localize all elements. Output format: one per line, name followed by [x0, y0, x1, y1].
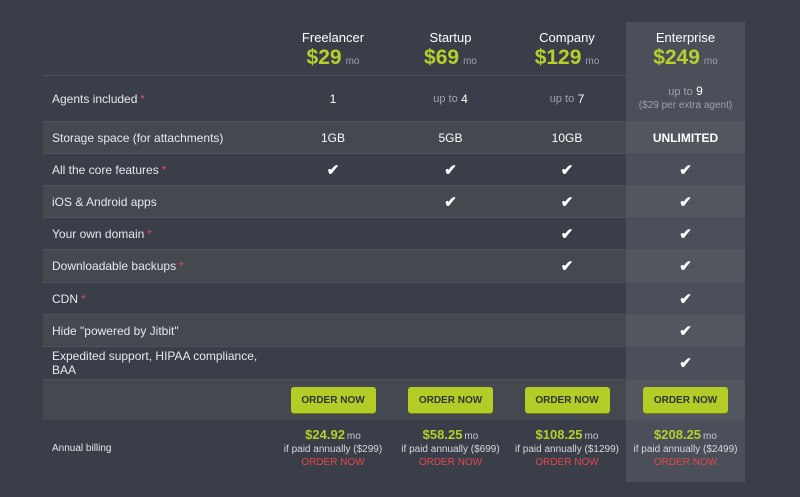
plan-company: Company $129 mo [508, 22, 626, 75]
annual-order-link-startup[interactable]: ORDER NOW [419, 456, 482, 469]
plan-price: $69 mo [424, 46, 477, 69]
annual-price: $208.25 mo [654, 426, 717, 442]
check-icon: ✔ [679, 322, 692, 340]
check-icon: ✔ [679, 258, 692, 275]
feature-row-cdn: CDN * ✔ [43, 282, 745, 314]
check-icon: ✔ [560, 193, 574, 211]
annual-price: $24.92 mo [305, 426, 361, 442]
plan-startup: Startup $69 mo [393, 22, 508, 75]
annual-note: if paid annually ($299) [283, 443, 383, 455]
check-icon: ✔ [679, 355, 692, 372]
feature-label: All the core features [52, 162, 159, 177]
order-now-button-company[interactable]: ORDER NOW [524, 387, 610, 413]
feature-row-apps: iOS & Android apps ✔ ✔ ✔ [43, 185, 745, 217]
plan-price: $249 mo [653, 46, 718, 69]
plan-name: Enterprise [655, 30, 716, 45]
annual-note: if paid annually ($2499) [633, 443, 738, 455]
feature-row-support: Expedited support, HIPAA compliance, BAA… [43, 346, 745, 379]
feature-row-hide-powered-by: Hide "powered by Jitbit" ✔ [43, 314, 745, 346]
check-icon: ✔ [560, 225, 574, 243]
feature-row-core: All the core features * ✔ ✔ ✔ ✔ [43, 153, 745, 185]
asterisk: * [140, 91, 146, 106]
agents-enterprise-note: ($29 per extra agent) [638, 100, 733, 111]
check-icon: ✔ [679, 225, 692, 243]
feature-label: Storage space (for attachments) [52, 130, 224, 145]
check-icon: ✔ [444, 193, 457, 211]
check-icon: ✔ [444, 161, 457, 179]
feature-row-storage: Storage space (for attachments) 1GB 5GB … [43, 121, 745, 153]
plan-freelancer: Freelancer $29 mo [273, 22, 393, 75]
plan-price: $29 mo [306, 46, 360, 69]
plan-name: Freelancer [301, 30, 365, 45]
check-icon: ✔ [560, 258, 574, 275]
feature-label: Expedited support, HIPAA compliance, BAA [52, 349, 258, 377]
pricing-table: Freelancer $29 mo Startup $69 mo Company $… [43, 22, 745, 497]
feature-row-backups: Downloadable backups * ✔ ✔ [43, 249, 745, 282]
annual-order-link-enterprise[interactable]: ORDER NOW [654, 456, 717, 469]
feature-label: iOS & Android apps [52, 194, 157, 209]
feature-label: Agents included [52, 91, 138, 106]
feature-row-agents: Agents included * 1 up to 4 up to 7 up to… [43, 75, 745, 121]
agents-enterprise: 9 [696, 84, 703, 98]
annual-price: $108.25 mo [535, 426, 599, 442]
annual-billing-label: Annual billing [52, 442, 112, 454]
order-now-button-enterprise[interactable]: ORDER NOW [643, 387, 728, 413]
annual-note: if paid annually ($1299) [515, 443, 619, 455]
feature-label: Your own domain [52, 226, 145, 241]
order-now-button-startup[interactable]: ORDER NOW [408, 387, 493, 413]
order-now-button-freelancer[interactable]: ORDER NOW [290, 387, 376, 413]
annual-billing-row: Annual billing $24.92 mo if paid annually… [43, 420, 745, 476]
annual-order-link-company[interactable]: ORDER NOW [535, 456, 598, 469]
check-icon: ✔ [326, 161, 340, 179]
annual-order-link-freelancer[interactable]: ORDER NOW [301, 456, 364, 469]
feature-label: CDN [52, 291, 78, 306]
feature-row-domain: Your own domain * ✔ ✔ [43, 217, 745, 249]
order-button-row: ORDER NOW ORDER NOW ORDER NOW ORDER NOW [43, 379, 745, 420]
check-icon: ✔ [679, 290, 692, 308]
plan-name: Startup [429, 30, 472, 45]
plan-header-row: Freelancer $29 mo Startup $69 mo Company $… [43, 22, 745, 75]
agents-freelancer: 1 [329, 91, 337, 106]
check-icon: ✔ [679, 193, 692, 211]
feature-label: Hide "powered by Jitbit" [52, 323, 179, 338]
header-spacer [43, 22, 273, 75]
check-icon: ✔ [679, 161, 692, 179]
agents-company: 7 [577, 91, 585, 106]
plan-price: $129 mo [534, 46, 600, 69]
plan-enterprise: Enterprise $249 mo [626, 22, 745, 75]
annual-note: if paid annually ($699) [401, 443, 500, 455]
agents-startup: 4 [461, 91, 468, 106]
annual-price: $58.25 mo [422, 426, 479, 442]
check-icon: ✔ [560, 161, 574, 179]
plan-name: Company [539, 30, 595, 45]
storage-unlimited: UNLIMITED [652, 130, 719, 145]
feature-label: Downloadable backups [52, 259, 177, 273]
